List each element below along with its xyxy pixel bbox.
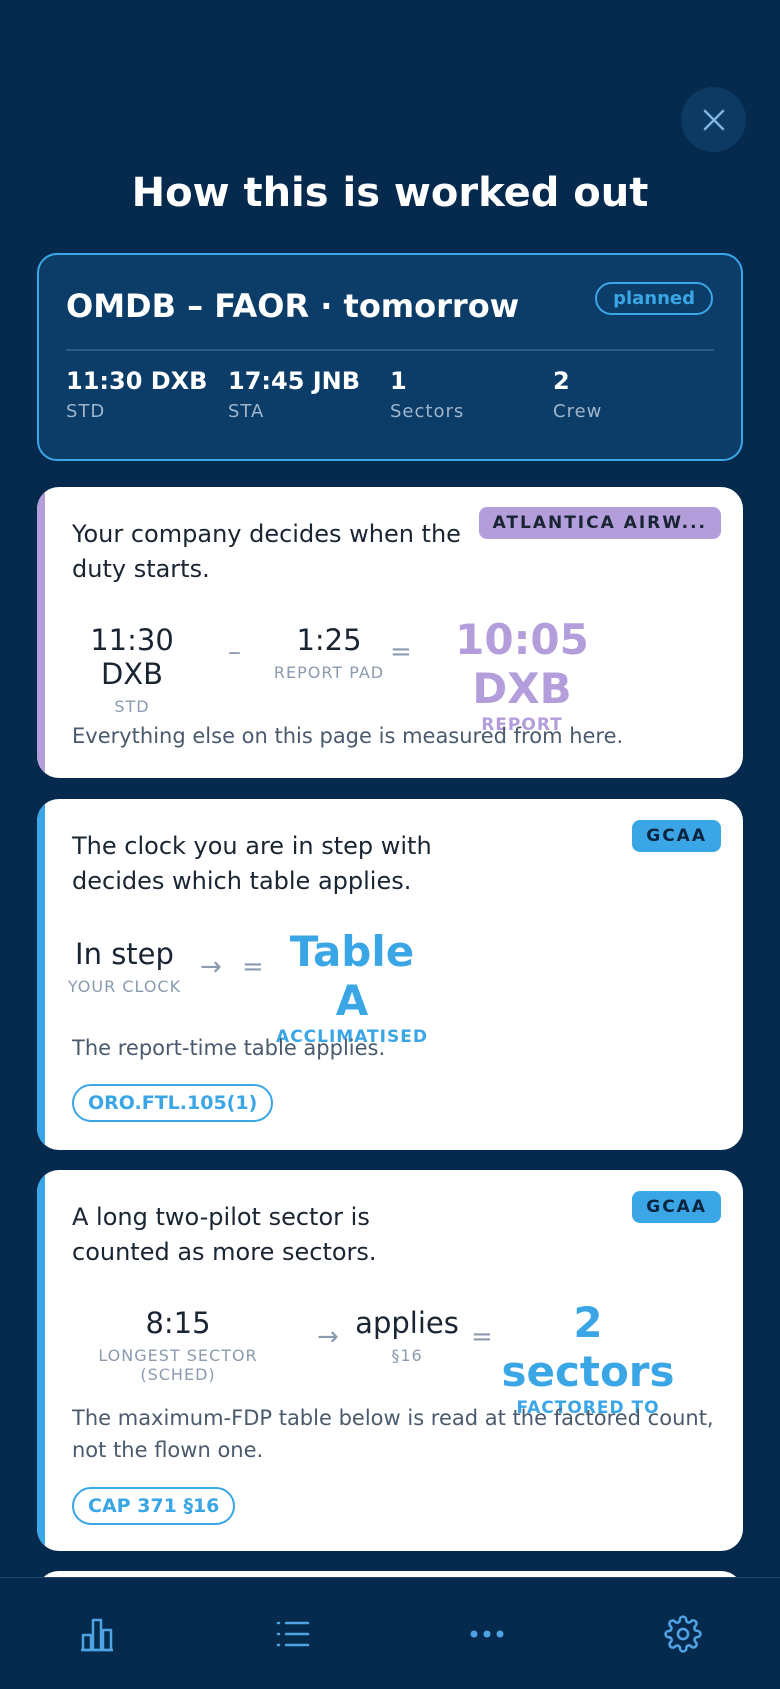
arrow-operator: → [200, 952, 222, 982]
term-value: applies [355, 1306, 459, 1340]
regulation-reference-link[interactable]: CAP 371 §16 [72, 1487, 236, 1525]
term-label: §16 [391, 1346, 423, 1365]
meta-label: STA [228, 401, 265, 422]
meta-std: 11:30 DXB STD [66, 367, 207, 422]
meta-crew: 2 Crew [553, 367, 602, 422]
card-note: The maximum-FDP table below is read at t… [72, 1406, 714, 1462]
tab-list[interactable] [273, 1614, 313, 1654]
term-value: In step [75, 937, 174, 971]
regulation-reference-link[interactable]: ORO.FTL.105(1) [72, 1084, 274, 1122]
term-value: 1:25 [296, 623, 362, 657]
card-heading: Your company decides when the duty start… [72, 520, 461, 583]
std-term: 11:30 DXB STD [67, 623, 197, 716]
meta-value: 17:45 JNB [228, 367, 361, 395]
equals-operator: = [471, 1322, 493, 1352]
company-tag: ATLANTICA AIRW... [478, 507, 721, 539]
gear-icon [664, 1615, 702, 1653]
card-accent-bar [37, 487, 45, 778]
sector-factoring-card: A long two-pilot sector is counted as mo… [37, 1170, 743, 1551]
meta-label: STD [66, 401, 106, 422]
bottom-tab-bar [0, 1577, 780, 1689]
longest-sector-term: 8:15 LONGEST SECTOR (SCHED) [67, 1306, 289, 1384]
divider [66, 349, 714, 351]
your-clock-term: In step YOUR CLOCK [67, 937, 182, 996]
report-pad-term: 1:25 REPORT PAD [259, 623, 399, 682]
card-heading: The clock you are in step with decides w… [72, 832, 432, 895]
tab-more[interactable] [467, 1614, 507, 1654]
term-label: YOUR CLOCK [67, 977, 182, 996]
meta-value: 2 [553, 367, 570, 395]
minus-operator: – [228, 637, 241, 667]
meta-sta: 17:45 JNB STA [228, 367, 360, 422]
flight-route: OMDB – FAOR · tomorrow [66, 287, 520, 325]
tab-settings[interactable] [663, 1614, 703, 1654]
result-value: 2 sectors [501, 1298, 675, 1396]
report-time-card: Your company decides when the duty start… [37, 487, 743, 778]
authority-tag: GCAA [632, 820, 721, 852]
page-title: How this is worked out [131, 170, 649, 216]
term-label: REPORT PAD [273, 663, 385, 682]
authority-tag: GCAA [632, 1191, 721, 1223]
factored-sectors-result: 2 sectors FACTORED TO [495, 1298, 681, 1418]
term-label: LONGEST SECTOR (SCHED) [98, 1346, 258, 1384]
arrow-operator: → [317, 1322, 339, 1352]
term-value: 8:15 [145, 1306, 211, 1340]
rule-applies-term: applies §16 [352, 1306, 462, 1365]
close-button[interactable] [681, 87, 746, 152]
term-value: 11:30 DXB [90, 623, 174, 691]
card-note: The report-time table applies. [72, 1036, 386, 1060]
report-result: 10:05 DXB REPORT [417, 615, 627, 735]
card-accent-bar [37, 1170, 45, 1551]
meta-label: Sectors [390, 401, 465, 422]
result-value: 10:05 DXB [455, 615, 589, 713]
card-note: Everything else on this page is measured… [72, 724, 624, 748]
more-icon [470, 1630, 504, 1638]
close-icon [703, 109, 724, 130]
meta-value: 1 [390, 367, 407, 395]
bar-chart-icon [81, 1618, 113, 1652]
flight-summary-card: OMDB – FAOR · tomorrow planned 11:30 DXB… [37, 253, 743, 461]
meta-sectors: 1 Sectors [390, 367, 464, 422]
tab-statistics[interactable] [77, 1614, 117, 1654]
meta-value: 11:30 DXB [66, 367, 208, 395]
status-badge: planned [595, 282, 713, 315]
card-heading: A long two-pilot sector is counted as mo… [72, 1203, 377, 1266]
equals-operator: = [390, 637, 412, 667]
result-value: Table A [289, 927, 415, 1025]
meta-label: Crew [553, 401, 603, 422]
term-label: STD [114, 697, 150, 716]
acclimatisation-card: The clock you are in step with decides w… [37, 799, 743, 1150]
table-result: Table A ACCLIMATISED [267, 927, 437, 1047]
card-accent-bar [37, 799, 45, 1150]
list-icon [276, 1621, 310, 1647]
equals-operator: = [242, 952, 264, 982]
